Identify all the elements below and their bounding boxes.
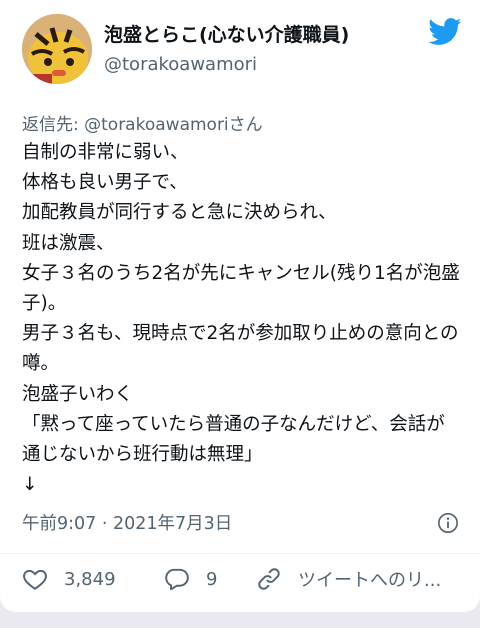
tweet-timestamp[interactable]: 午前9:07 · 2021年7月3日 bbox=[22, 510, 232, 535]
info-icon[interactable] bbox=[437, 512, 459, 534]
avatar-image bbox=[22, 14, 92, 84]
like-count: 3,849 bbox=[64, 568, 116, 590]
reply-button[interactable]: 9 bbox=[164, 566, 217, 592]
tweet-card: 泡盛とらこ(心ない介護職員) @torakoawamori 返信先: @tora… bbox=[0, 0, 480, 612]
avatar[interactable] bbox=[22, 14, 92, 84]
reply-bubble-icon bbox=[165, 568, 189, 591]
action-bar: 3,849 9 ツイートへのリ... bbox=[22, 566, 472, 596]
copy-link-label: ツイートへのリ... bbox=[298, 570, 442, 591]
link-icon bbox=[258, 568, 280, 590]
twitter-bird-icon[interactable] bbox=[428, 18, 462, 46]
copy-link-button[interactable]: ツイートへのリ... bbox=[256, 566, 441, 592]
user-handle[interactable]: @torakoawamori bbox=[104, 54, 257, 75]
like-button[interactable]: 3,849 bbox=[22, 566, 116, 592]
reply-to-label[interactable]: 返信先: @torakoawamoriさん bbox=[22, 110, 263, 135]
heart-icon bbox=[23, 569, 47, 590]
tweet-text: 自制の非常に弱い、 体格も良い男子で、 加配教員が同行すると急に決められ、 班は… bbox=[22, 142, 460, 496]
reply-count: 9 bbox=[206, 568, 218, 590]
divider bbox=[0, 553, 480, 554]
display-name[interactable]: 泡盛とらこ(心ない介護職員) bbox=[104, 20, 349, 47]
